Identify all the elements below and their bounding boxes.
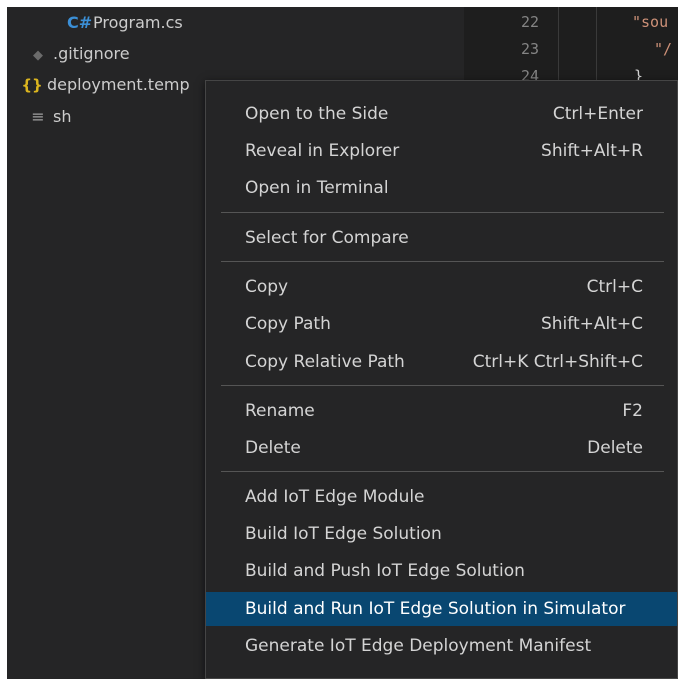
- menu-item-label: Generate IoT Edge Deployment Manifest: [245, 636, 592, 656]
- menu-item-open-in-terminal[interactable]: Open in Terminal: [206, 171, 677, 205]
- vscode-window: C#Program.cs ◆ .gitignore {} deployment.te…: [7, 7, 678, 679]
- menu-item-reveal-in-explorer[interactable]: Reveal in Explorer Shift+Alt+R: [206, 134, 677, 168]
- csharp-icon: C#: [67, 13, 93, 32]
- menu-item-label: Copy Relative Path: [245, 352, 405, 372]
- code-line: "sou: [632, 13, 669, 31]
- indent-guide: [558, 7, 559, 87]
- menu-item-build-and-run-iot-edge-solution-in-simulator[interactable]: Build and Run IoT Edge Solution in Simul…: [206, 592, 677, 626]
- menu-item-copy[interactable]: Copy Ctrl+C: [206, 270, 677, 304]
- menu-item-label: Reveal in Explorer: [245, 141, 400, 161]
- menu-item-copy-relative-path[interactable]: Copy Relative Path Ctrl+K Ctrl+Shift+C: [206, 345, 677, 379]
- json-braces-icon: {}: [21, 76, 43, 94]
- line-number: 23: [520, 40, 539, 58]
- menu-item-build-and-push-iot-edge-solution[interactable]: Build and Push IoT Edge Solution: [206, 554, 677, 588]
- menu-item-label: Open in Terminal: [245, 178, 389, 198]
- menu-item-shortcut: Delete: [587, 438, 643, 458]
- menu-item-shortcut: Ctrl+K Ctrl+Shift+C: [472, 352, 643, 372]
- file-name: deployment.temp: [47, 75, 190, 94]
- menu-item-shortcut: Ctrl+Enter: [552, 104, 643, 124]
- menu-item-select-for-compare[interactable]: Select for Compare: [206, 221, 677, 255]
- menu-item-shortcut: Shift+Alt+R: [541, 141, 643, 161]
- menu-separator: [221, 212, 664, 213]
- menu-item-delete[interactable]: Delete Delete: [206, 431, 677, 465]
- menu-separator: [221, 261, 664, 262]
- file-item-sh[interactable]: ≡ sh: [27, 101, 71, 133]
- menu-item-shortcut: Ctrl+C: [586, 277, 643, 297]
- line-number: 22: [520, 13, 539, 31]
- file-name: sh: [53, 107, 72, 126]
- indent-guide: [596, 7, 597, 87]
- menu-item-label: Copy: [245, 277, 289, 297]
- file-item-gitignore[interactable]: ◆ .gitignore: [27, 38, 130, 70]
- menu-item-label: Build IoT Edge Solution: [245, 524, 442, 544]
- context-menu: Open to the Side Ctrl+Enter Reveal in Ex…: [205, 80, 678, 679]
- menu-item-rename[interactable]: Rename F2: [206, 394, 677, 428]
- menu-item-label: Open to the Side: [245, 104, 389, 124]
- menu-item-label: Select for Compare: [245, 228, 409, 248]
- menu-item-add-iot-edge-module[interactable]: Add IoT Edge Module: [206, 480, 677, 514]
- git-icon: ◆: [33, 48, 43, 63]
- menu-item-build-iot-edge-solution[interactable]: Build IoT Edge Solution: [206, 517, 677, 551]
- code-line: "/: [654, 40, 673, 58]
- file-name: .gitignore: [53, 44, 130, 63]
- menu-item-open-to-side[interactable]: Open to the Side Ctrl+Enter: [206, 97, 677, 131]
- file-name: Program.cs: [93, 13, 183, 32]
- menu-item-label: Copy Path: [245, 314, 331, 334]
- menu-item-label: Rename: [245, 401, 315, 421]
- menu-item-copy-path[interactable]: Copy Path Shift+Alt+C: [206, 307, 677, 341]
- file-item-deployment-template[interactable]: {} deployment.temp: [21, 69, 190, 101]
- file-item-program-cs[interactable]: C#Program.cs: [67, 7, 183, 39]
- menu-item-label: Add IoT Edge Module: [245, 487, 425, 507]
- menu-item-generate-iot-edge-deployment-manifest[interactable]: Generate IoT Edge Deployment Manifest: [206, 629, 677, 663]
- menu-separator: [221, 385, 664, 386]
- menu-item-shortcut: Shift+Alt+C: [540, 314, 643, 334]
- menu-item-label: Delete: [245, 438, 301, 458]
- menu-item-label: Build and Push IoT Edge Solution: [245, 561, 525, 581]
- menu-separator: [221, 471, 664, 472]
- menu-item-label: Build and Run IoT Edge Solution in Simul…: [245, 599, 626, 619]
- menu-item-shortcut: F2: [622, 401, 643, 421]
- text-lines-icon: ≡: [31, 107, 45, 126]
